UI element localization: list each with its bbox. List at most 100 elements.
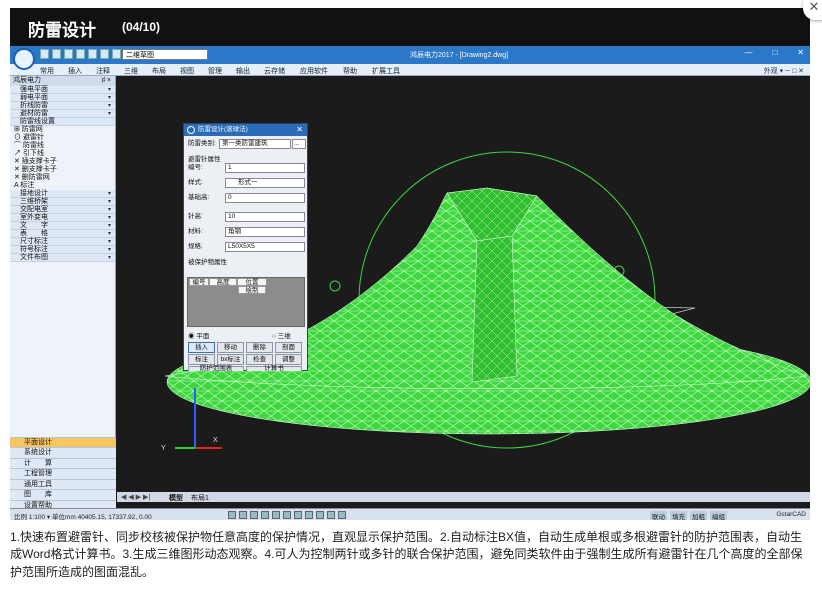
fill-button[interactable]: 填充 [670,511,687,520]
panel-item[interactable]: 表 格 ▾ [10,230,115,238]
radio-plane[interactable]: ◉ 平面 [188,330,209,340]
panel-item[interactable]: 防雷线设置 [10,118,115,126]
panel-item[interactable]: ✕ 删防雷网 [10,174,115,182]
group-calculation[interactable]: 计 算 [10,457,116,468]
ribbon-tab[interactable]: 视图 [180,66,194,76]
otrack-icon[interactable] [283,511,291,519]
panel-item[interactable]: 折线防雷 ▾ [10,102,115,110]
workspace-icon[interactable] [338,511,346,519]
maximize-button[interactable]: □ [772,48,777,57]
panel-item[interactable]: ⊙ 避雷针 [10,134,115,142]
adjust-button[interactable]: 调整 [275,354,302,365]
model-icon[interactable] [316,511,324,519]
radio-plane-label: 平面 [196,333,210,340]
ribbon-tab[interactable]: 常用 [40,66,54,76]
check-button[interactable]: 检查 [246,354,273,365]
protected-object-table[interactable]: 编号 高度 位置 绘制 [187,277,305,327]
ribbon-tab[interactable]: 输出 [236,66,250,76]
base-height-input[interactable]: 0 [225,193,305,203]
panel-item[interactable]: 避材防雷 ▾ [10,110,115,118]
draw-button[interactable]: 绘制 [238,286,266,294]
panel-item[interactable]: A 标注 [10,182,115,190]
ribbon-tab[interactable]: 应用软件 [300,66,328,76]
panel-item[interactable]: 文 字 ▾ [10,222,115,230]
panel-header: 鸿辰电力 ♯ × [10,76,115,86]
redo-icon[interactable] [100,49,109,59]
group-common-tools[interactable]: 通用工具 [10,478,116,489]
ribbon-tab[interactable]: 三维 [124,66,138,76]
delete-button[interactable]: 删除 [246,342,273,353]
protection-class-select[interactable]: 第一类防雷建筑 [219,139,291,149]
group-button[interactable]: 编组 [710,511,727,520]
annotation-scale-icon[interactable] [327,511,335,519]
bx-annotate-button[interactable]: bx标注 [217,354,244,365]
panel-item[interactable]: 强电平面 ▾ [10,86,115,94]
panel-item[interactable]: 符号标注 ▾ [10,246,115,254]
panel-item-label: A 标注 [14,182,35,189]
open-file-icon[interactable] [52,49,61,59]
grid-icon[interactable] [239,511,247,519]
new-file-icon[interactable] [40,49,49,59]
dyn-icon[interactable] [305,511,313,519]
panel-item[interactable]: 尺寸标注 ▾ [10,238,115,246]
annotate-button[interactable]: 标注 [188,354,215,365]
spec-select[interactable]: L50X5X5 [225,242,305,252]
save-icon[interactable] [64,49,73,59]
workspace-select[interactable]: 二维草图 [122,49,208,60]
ribbon-tab[interactable]: 扩展工具 [372,66,400,76]
panel-item[interactable]: 室外变电 ▾ [10,214,115,222]
panel-item[interactable]: 弱电平面 ▾ [10,94,115,102]
panel-item[interactable]: ⊞ 防雷网 [10,126,115,134]
radio-3d[interactable]: ○ 三维 [272,330,291,340]
match-icon[interactable] [112,49,121,59]
snap-icon[interactable] [228,511,236,519]
insert-button[interactable]: 插入 [188,342,215,353]
section-button[interactable]: 剖面 [275,342,302,353]
dialog-title: 防雷设计(滚球法) [198,126,248,133]
panel-item[interactable]: 交配电室 ▾ [10,206,115,214]
ortho-icon[interactable] [250,511,258,519]
undo-icon[interactable] [88,49,97,59]
tab-layout1[interactable]: 布局1 [191,493,209,503]
panel-item[interactable]: ⌒ 防雷线 [10,142,115,150]
lineweight-icon[interactable] [294,511,302,519]
group-project-management[interactable]: 工程管理 [10,468,116,479]
material-select[interactable]: 角钢 [225,227,305,237]
rod-height-input[interactable]: 10 [225,212,305,222]
style-select[interactable]: 形式一 [225,178,305,188]
polar-icon[interactable] [261,511,269,519]
number-input[interactable]: 1 [225,163,305,173]
linkage-button[interactable]: 联动 [650,511,667,520]
dialog-close-icon[interactable]: ✕ [296,124,303,136]
browse-button[interactable]: ... [292,139,306,149]
bold-button[interactable]: 加粗 [690,511,707,520]
group-system-design[interactable]: 系统设计 [10,447,116,458]
pin-icon[interactable]: ♯ × [101,76,111,86]
panel-item[interactable]: ↗ 引下线 [10,150,115,158]
appearance-menu[interactable]: 外观 ▾ ─ □ ✕ [764,66,804,76]
ribbon-tab[interactable]: 云存储 [264,66,285,76]
panel-item[interactable]: ✕ 删支撑卡子 [10,166,115,174]
print-icon[interactable] [76,49,85,59]
app-logo-icon[interactable] [13,48,35,70]
window-close-button[interactable]: ✕ [797,48,804,57]
group-plan-design[interactable]: 平面设计 [10,436,116,447]
minimize-button[interactable]: — [744,48,752,57]
tab-scroll-arrows[interactable]: ◀ ◀ ▶ ▶| [121,493,150,501]
osnap-icon[interactable] [272,511,280,519]
ribbon-tab[interactable]: 插入 [68,66,82,76]
ribbon-tab[interactable]: 布局 [152,66,166,76]
ribbon-tab[interactable]: 管理 [208,66,222,76]
tab-model[interactable]: 模型 [169,493,183,503]
move-button[interactable]: 移动 [217,342,244,353]
panel-item[interactable]: 三维桥架 ▾ [10,198,115,206]
group-library[interactable]: 图 库 [10,489,116,500]
calc-book-button[interactable]: 计算书 [246,365,302,372]
ribbon-tab[interactable]: 注释 [96,66,110,76]
panel-item[interactable]: 接地设计 ▾ [10,190,115,198]
panel-item[interactable]: 文件布图 ▾ [10,254,115,262]
panel-item[interactable]: ✕ 插支撑卡子 [10,158,115,166]
panel-item-label: 符号标注 [20,246,48,253]
ribbon-tab[interactable]: 帮助 [343,66,357,76]
protection-table-button[interactable]: 防护范围表 [188,365,244,372]
